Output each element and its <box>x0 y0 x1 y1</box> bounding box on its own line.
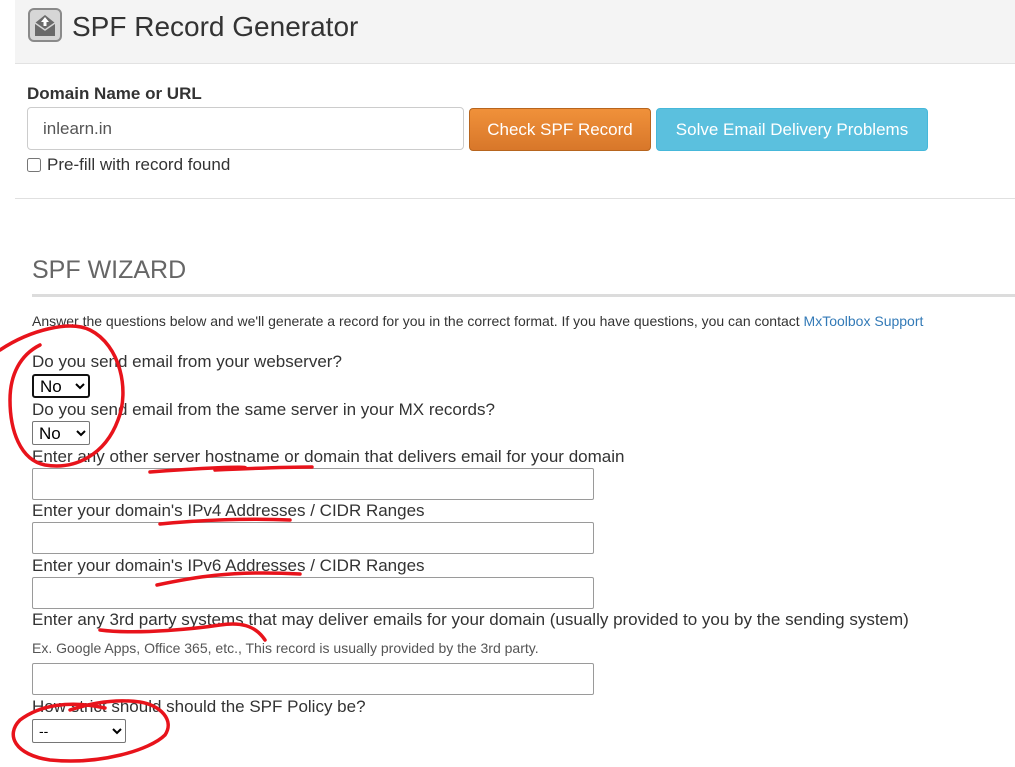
question-hostname: Enter any other server hostname or domai… <box>32 447 625 466</box>
thirdparty-input[interactable] <box>32 663 594 695</box>
prefill-checkbox[interactable] <box>27 158 41 172</box>
thirdparty-hint: Ex. Google Apps, Office 365, etc., This … <box>32 640 539 656</box>
question-ipv4: Enter your domain's IPv4 Addresses / CID… <box>32 501 425 520</box>
ipv6-input[interactable] <box>32 577 594 609</box>
wizard-title: SPF WIZARD <box>32 256 187 284</box>
policy-select[interactable]: -- <box>32 719 126 743</box>
page-header: SPF Record Generator <box>15 0 1015 64</box>
mx-select[interactable]: No <box>32 421 90 445</box>
intro-text: Answer the questions below and we'll gen… <box>32 313 804 329</box>
question-webserver: Do you send email from your webserver? <box>32 352 342 371</box>
prefill-label: Pre-fill with record found <box>47 155 231 174</box>
page-title: SPF Record Generator <box>72 11 359 42</box>
solve-email-delivery-button[interactable]: Solve Email Delivery Problems <box>656 108 928 151</box>
ipv4-input[interactable] <box>32 522 594 554</box>
domain-input[interactable] <box>27 107 464 150</box>
envelope-upload-icon <box>28 8 62 42</box>
webserver-select[interactable]: No <box>32 374 90 398</box>
domain-label: Domain Name or URL <box>27 84 202 103</box>
question-policy: How strict should should the SPF Policy … <box>32 697 366 716</box>
wizard-intro: Answer the questions below and we'll gen… <box>32 313 923 329</box>
prefill-option[interactable]: Pre-fill with record found <box>27 155 230 175</box>
question-ipv6: Enter your domain's IPv6 Addresses / CID… <box>32 556 425 575</box>
check-spf-record-button[interactable]: Check SPF Record <box>469 108 651 151</box>
wizard-divider <box>32 294 1015 297</box>
support-link[interactable]: MxToolbox Support <box>804 313 924 329</box>
question-thirdparty: Enter any 3rd party systems that may del… <box>32 610 909 629</box>
hostname-input[interactable] <box>32 468 594 500</box>
question-mx: Do you send email from the same server i… <box>32 400 495 419</box>
divider <box>15 198 1015 199</box>
